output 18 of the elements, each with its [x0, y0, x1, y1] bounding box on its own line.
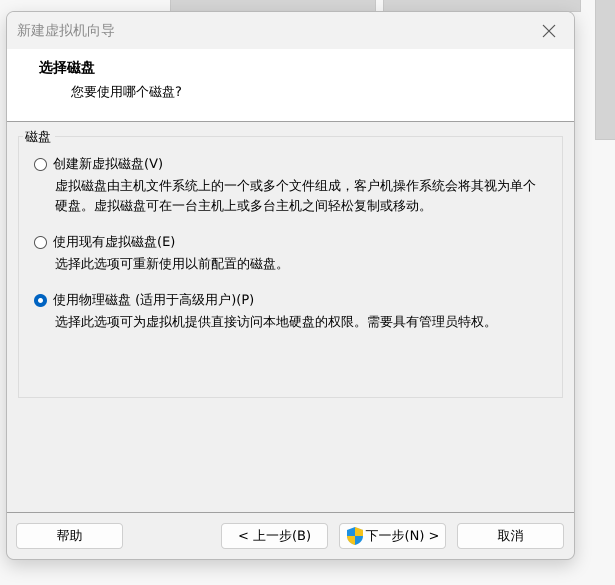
radio-button[interactable] [34, 294, 47, 306]
page-title: 选择磁盘 [39, 59, 96, 77]
option-label[interactable]: 创建新虚拟磁盘(V) [53, 155, 164, 173]
wizard-button[interactable]: < 上一步(B) [221, 523, 328, 549]
window-title: 新建虚拟机向导 [17, 22, 115, 40]
option-description: 选择此选项可为虚拟机提供直接访问本地硬盘的权限。需要具有管理员特权。 [55, 314, 498, 332]
option-label[interactable]: 使用物理磁盘 (适用于高级用户)(P) [53, 291, 254, 309]
option-description: 选择此选项可重新使用以前配置的磁盘。 [55, 256, 290, 274]
page-subtitle: 您要使用哪个磁盘? [71, 84, 183, 101]
radio-button[interactable] [34, 158, 47, 170]
wizard-button[interactable]: 下一步(N) > [339, 523, 446, 549]
option-label[interactable]: 使用现有虚拟磁盘(E) [53, 233, 176, 251]
shield-icon [346, 526, 364, 546]
close-icon [542, 24, 556, 38]
wizard-button[interactable]: 取消 [457, 523, 564, 549]
wizard-button[interactable]: 帮助 [16, 523, 123, 549]
radio-button[interactable] [34, 236, 47, 248]
option-description: 虚拟磁盘由主机文件系统上的一个或多个文件组成，客户机操作系统会将其视为单个硬盘。虚拟磁盘可在一台主机上或多台主机之间轻松复制或移动。 [55, 178, 537, 216]
